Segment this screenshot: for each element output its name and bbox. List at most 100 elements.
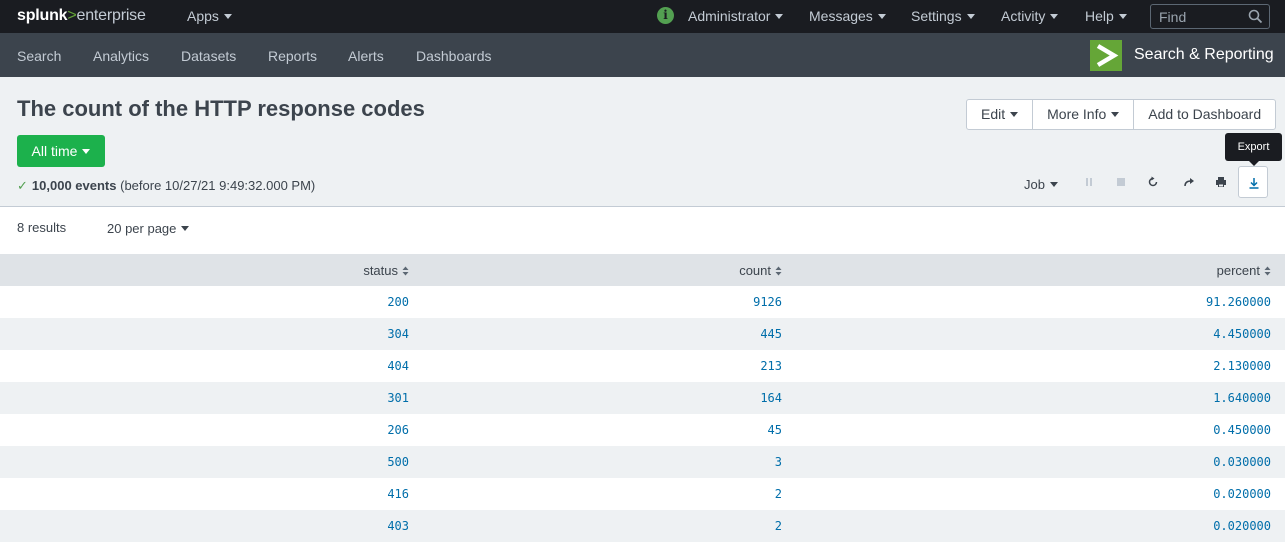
results-table: status count percent 200 9126 91.260000 … xyxy=(0,254,1285,542)
nav-reports[interactable]: Reports xyxy=(268,48,317,64)
time-range-label: All time xyxy=(31,143,78,159)
edit-button[interactable]: Edit xyxy=(967,100,1032,129)
cell-percent[interactable]: 4.450000 xyxy=(795,318,1285,350)
pause-icon xyxy=(1086,178,1092,186)
print-button[interactable] xyxy=(1206,166,1236,198)
nav-dashboards[interactable]: Dashboards xyxy=(416,48,492,64)
check-icon: ✓ xyxy=(17,178,28,193)
search-icon[interactable] xyxy=(1248,9,1263,27)
activity-menu-label: Activity xyxy=(1001,8,1046,24)
table-row: 206 45 0.450000 xyxy=(0,414,1285,446)
nav-analytics[interactable]: Analytics xyxy=(93,48,149,64)
sort-icon xyxy=(1264,266,1271,275)
caret-down-icon xyxy=(966,14,975,19)
help-menu[interactable]: Help xyxy=(1085,8,1127,24)
messages-menu-label: Messages xyxy=(809,8,873,24)
table-row: 500 3 0.030000 xyxy=(0,446,1285,478)
cell-status[interactable]: 403 xyxy=(0,510,422,542)
report-actions: Edit More Info Add to Dashboard xyxy=(966,99,1277,130)
share-button[interactable] xyxy=(1174,166,1204,198)
per-page-label: 20 per page xyxy=(107,221,177,236)
time-range-picker[interactable]: All time xyxy=(17,135,105,167)
table-row: 403 2 0.020000 xyxy=(0,510,1285,542)
cell-status[interactable]: 304 xyxy=(0,318,422,350)
edit-button-label: Edit xyxy=(981,106,1006,122)
cell-status[interactable]: 206 xyxy=(0,414,422,446)
cell-count[interactable]: 2 xyxy=(422,478,795,510)
job-menu-label: Job xyxy=(1024,177,1045,192)
nav-datasets[interactable]: Datasets xyxy=(181,48,236,64)
logo-splunk-text: splunk xyxy=(17,7,68,24)
add-to-dashboard-button[interactable]: Add to Dashboard xyxy=(1133,100,1275,129)
column-header-count[interactable]: count xyxy=(422,254,795,286)
column-header-percent[interactable]: percent xyxy=(795,254,1285,286)
pause-button[interactable] xyxy=(1074,166,1104,198)
apps-menu[interactable]: Apps xyxy=(187,8,232,24)
table-row: 416 2 0.020000 xyxy=(0,478,1285,510)
cell-percent[interactable]: 1.640000 xyxy=(795,382,1285,414)
cell-percent[interactable]: 0.030000 xyxy=(795,446,1285,478)
reload-button[interactable] xyxy=(1138,166,1168,198)
help-menu-label: Help xyxy=(1085,8,1114,24)
stop-button[interactable] xyxy=(1106,166,1136,198)
table-row: 304 445 4.450000 xyxy=(0,318,1285,350)
top-bar: splunk>enterprise Apps i Administrator M… xyxy=(0,0,1285,33)
messages-menu[interactable]: Messages xyxy=(809,8,886,24)
settings-menu[interactable]: Settings xyxy=(911,8,975,24)
cell-count[interactable]: 445 xyxy=(422,318,795,350)
cell-percent[interactable]: 91.260000 xyxy=(795,286,1285,318)
results-count: 8 results xyxy=(17,220,67,235)
cell-count[interactable]: 213 xyxy=(422,350,795,382)
logo-arrow-text: > xyxy=(67,7,77,24)
page-title: The count of the HTTP response codes xyxy=(17,96,425,121)
cell-percent[interactable]: 0.020000 xyxy=(795,478,1285,510)
activity-menu[interactable]: Activity xyxy=(1001,8,1059,24)
cell-count[interactable]: 2 xyxy=(422,510,795,542)
sort-icon xyxy=(775,266,782,275)
column-header-label: count xyxy=(739,262,771,278)
more-info-button[interactable]: More Info xyxy=(1032,100,1133,129)
cell-status[interactable]: 416 xyxy=(0,478,422,510)
column-header-label: percent xyxy=(1216,262,1260,278)
cell-status[interactable]: 500 xyxy=(0,446,422,478)
apps-menu-label: Apps xyxy=(187,8,219,24)
info-icon[interactable]: i xyxy=(657,7,674,24)
cell-percent[interactable]: 0.450000 xyxy=(795,414,1285,446)
reload-icon xyxy=(1148,176,1158,187)
stop-icon xyxy=(1117,178,1125,186)
cell-percent[interactable]: 0.020000 xyxy=(795,510,1285,542)
per-page-dropdown[interactable]: 20 per page xyxy=(107,221,190,236)
caret-down-icon xyxy=(223,14,232,19)
share-icon xyxy=(1184,178,1194,187)
cell-percent[interactable]: 2.130000 xyxy=(795,350,1285,382)
administrator-menu[interactable]: Administrator xyxy=(688,8,784,24)
cell-count[interactable]: 3 xyxy=(422,446,795,478)
report-header: The count of the HTTP response codes Edi… xyxy=(0,77,1285,207)
export-tooltip: Export xyxy=(1225,133,1282,161)
download-icon xyxy=(1249,178,1259,189)
table-row: 404 213 2.130000 xyxy=(0,350,1285,382)
nav-search[interactable]: Search xyxy=(17,48,61,64)
cell-count[interactable]: 45 xyxy=(422,414,795,446)
caret-down-icon xyxy=(877,14,886,19)
job-menu[interactable]: Job xyxy=(1024,177,1058,192)
column-header-label: status xyxy=(363,262,398,278)
cell-status[interactable]: 200 xyxy=(0,286,422,318)
cell-status[interactable]: 301 xyxy=(0,382,422,414)
caret-down-icon xyxy=(1049,182,1058,187)
table-header-row: status count percent xyxy=(0,254,1285,286)
cell-count[interactable]: 9126 xyxy=(422,286,795,318)
table-row: 200 9126 91.260000 xyxy=(0,286,1285,318)
splunk-logo[interactable]: splunk>enterprise xyxy=(17,7,146,25)
find-input[interactable] xyxy=(1151,5,1247,28)
caret-down-icon xyxy=(1010,112,1019,117)
settings-menu-label: Settings xyxy=(911,8,962,24)
column-header-status[interactable]: status xyxy=(0,254,422,286)
app-logo-icon xyxy=(1090,40,1122,71)
caret-down-icon xyxy=(1118,14,1127,19)
export-button[interactable] xyxy=(1238,166,1268,198)
job-status: ✓ 10,000 events (before 10/27/21 9:49:32.… xyxy=(17,178,315,194)
cell-status[interactable]: 404 xyxy=(0,350,422,382)
cell-count[interactable]: 164 xyxy=(422,382,795,414)
nav-alerts[interactable]: Alerts xyxy=(348,48,384,64)
